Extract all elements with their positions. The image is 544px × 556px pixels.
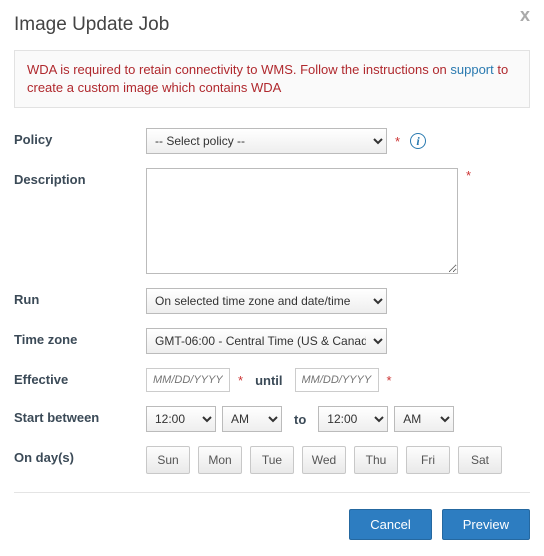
- divider: [14, 492, 530, 493]
- dialog-title: Image Update Job: [14, 14, 530, 36]
- info-icon[interactable]: i: [410, 133, 426, 149]
- start-from-time-select[interactable]: 12:00: [146, 406, 216, 432]
- start-between-label: Start between: [14, 406, 146, 425]
- effective-from-input[interactable]: [146, 368, 230, 392]
- start-to-ampm-select[interactable]: AM: [394, 406, 454, 432]
- cancel-button[interactable]: Cancel: [349, 509, 431, 540]
- support-link[interactable]: support: [450, 62, 493, 77]
- policy-select[interactable]: -- Select policy --: [146, 128, 387, 154]
- image-update-job-dialog: x Image Update Job WDA is required to re…: [0, 0, 544, 556]
- effective-until-input[interactable]: [295, 368, 379, 392]
- to-label: to: [294, 412, 306, 427]
- preview-button[interactable]: Preview: [442, 509, 530, 540]
- day-sat-button[interactable]: Sat: [458, 446, 502, 474]
- policy-required-mark: *: [395, 134, 400, 149]
- day-thu-button[interactable]: Thu: [354, 446, 398, 474]
- day-buttons: Sun Mon Tue Wed Thu Fri Sat: [146, 446, 502, 474]
- timezone-label: Time zone: [14, 328, 146, 347]
- effective-label: Effective: [14, 368, 146, 387]
- description-textarea[interactable]: [146, 168, 458, 274]
- timezone-select[interactable]: GMT-06:00 - Central Time (US & Canada): [146, 328, 387, 354]
- dialog-footer: Cancel Preview: [14, 509, 530, 540]
- day-fri-button[interactable]: Fri: [406, 446, 450, 474]
- wda-notice: WDA is required to retain connectivity t…: [14, 50, 530, 108]
- description-label: Description: [14, 168, 146, 187]
- effective-until-required-mark: *: [387, 373, 392, 388]
- close-icon[interactable]: x: [520, 6, 530, 24]
- run-select[interactable]: On selected time zone and date/time: [146, 288, 387, 314]
- start-to-time-select[interactable]: 12:00: [318, 406, 388, 432]
- start-from-ampm-select[interactable]: AM: [222, 406, 282, 432]
- day-mon-button[interactable]: Mon: [198, 446, 242, 474]
- day-wed-button[interactable]: Wed: [302, 446, 346, 474]
- description-required-mark: *: [466, 168, 471, 183]
- day-sun-button[interactable]: Sun: [146, 446, 190, 474]
- day-tue-button[interactable]: Tue: [250, 446, 294, 474]
- effective-from-required-mark: *: [238, 373, 243, 388]
- policy-label: Policy: [14, 128, 146, 147]
- until-label: until: [255, 373, 282, 388]
- on-days-label: On day(s): [14, 446, 146, 465]
- run-label: Run: [14, 288, 146, 307]
- notice-text-before: WDA is required to retain connectivity t…: [27, 62, 450, 77]
